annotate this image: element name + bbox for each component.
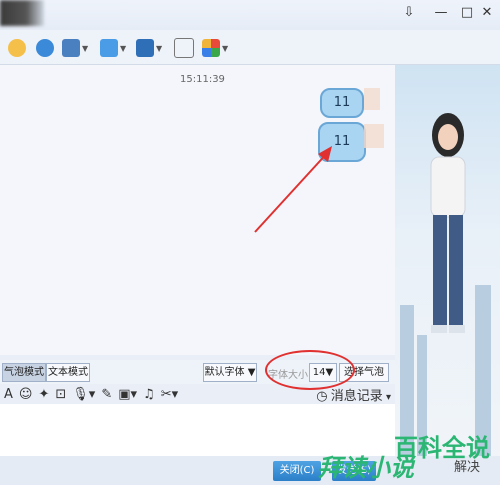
- message-timestamp: 15:11:39: [180, 74, 225, 85]
- character-figure: [430, 113, 466, 333]
- font-icon[interactable]: A: [4, 387, 13, 402]
- voice-icon[interactable]: 🎙▾: [72, 387, 95, 402]
- minimize-icon[interactable]: —: [430, 4, 452, 22]
- scissors-icon[interactable]: ✂▾: [161, 387, 178, 402]
- message-history-button[interactable]: ◷ 消息记录 ▾: [316, 385, 391, 404]
- image-icon[interactable]: ▣▾: [118, 387, 137, 402]
- apps-icon[interactable]: ▼: [202, 38, 228, 58]
- message-icon[interactable]: [174, 38, 194, 58]
- maximize-icon[interactable]: □: [456, 4, 478, 22]
- show-panel: [395, 65, 500, 485]
- title-bar: ⇩ — □ ✕: [0, 0, 500, 30]
- tab-bubble-mode[interactable]: 气泡模式: [2, 363, 46, 382]
- chat-bubble: 11: [320, 88, 364, 118]
- annotation-arrow: [254, 146, 332, 233]
- snowflake-icon[interactable]: [8, 38, 26, 58]
- watermark-text: 解决: [453, 460, 480, 475]
- folder-icon[interactable]: ▼: [100, 38, 126, 58]
- screen-share-icon[interactable]: ▼: [62, 38, 88, 58]
- avatar: [364, 88, 380, 110]
- shake-icon[interactable]: ⊡: [55, 387, 66, 402]
- input-icon-bar: A ☺ ✦ ⊡ 🎙▾ ✎ ▣▾ ♫ ✂▾ ◷ 消息记录 ▾: [0, 384, 395, 404]
- toolbar: ▼ ▼ ▼ ▼: [0, 30, 500, 65]
- camera-icon[interactable]: [36, 38, 54, 58]
- font-select[interactable]: 默认字体 ▼: [203, 363, 257, 382]
- avatar: [0, 0, 44, 26]
- avatar: [364, 124, 384, 148]
- edit-icon[interactable]: ✎: [101, 387, 112, 402]
- watermark-fancy: 拜读小说: [318, 454, 414, 482]
- close-button[interactable]: 关闭(C): [273, 461, 321, 481]
- clock-icon: ◷: [316, 388, 328, 404]
- tab-text-mode[interactable]: 文本模式: [46, 363, 90, 382]
- emoji-icon[interactable]: ☺: [19, 387, 33, 402]
- display-icon[interactable]: ▼: [136, 38, 162, 58]
- music-icon[interactable]: ♫: [143, 387, 155, 402]
- magic-icon[interactable]: ✦: [38, 387, 49, 402]
- font-select-label: 默认字体: [204, 367, 245, 378]
- message-history-label: 消息记录: [330, 388, 383, 404]
- pin-icon[interactable]: ⇩: [398, 4, 420, 22]
- close-icon[interactable]: ✕: [476, 4, 498, 22]
